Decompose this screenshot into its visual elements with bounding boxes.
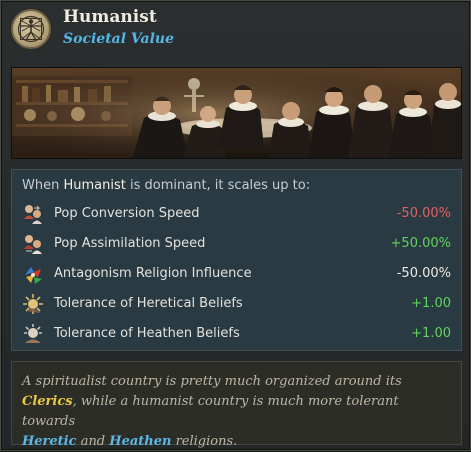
intro-suffix: is dominant, it scales up to:: [130, 178, 311, 193]
effect-label: Tolerance of Heathen Beliefs: [54, 326, 240, 341]
description-line-1: A spiritualist country is pretty much or…: [22, 372, 451, 392]
intro-prefix: When: [22, 178, 60, 193]
description-line-2: Clerics, while a humanist country is muc…: [22, 392, 451, 432]
heretic-tolerance-icon: [22, 293, 44, 315]
effect-value: +50.00%: [390, 236, 451, 251]
tooltip-subtitle: Societal Value: [63, 31, 174, 47]
effect-row-heretic-tolerance: Tolerance of Heretical Beliefs +1.00: [20, 292, 453, 316]
desc-text: A spiritualist country is pretty much or…: [22, 374, 402, 389]
effect-label: Tolerance of Heretical Beliefs: [54, 296, 243, 311]
effect-label: Pop Assimilation Speed: [54, 236, 206, 251]
effects-intro: When Humanist is dominant, it scales up …: [22, 178, 310, 193]
effect-row-heathen-tolerance: Tolerance of Heathen Beliefs +1.00: [20, 322, 453, 346]
heathen-tolerance-icon: [22, 323, 44, 345]
tooltip-header: Humanist Societal Value: [1, 1, 470, 61]
effects-panel: When Humanist is dominant, it scales up …: [11, 169, 462, 351]
tooltip-title: Humanist: [63, 7, 157, 27]
effect-value: +1.00: [411, 326, 451, 341]
pop-assimilation-icon: [22, 233, 44, 255]
pop-conversion-icon: [22, 203, 44, 225]
description-text: A spiritualist country is pretty much or…: [11, 361, 462, 449]
humanist-tooltip: Humanist Societal Value When Humanist is…: [0, 0, 471, 451]
effect-label: Antagonism Religion Influence: [54, 266, 252, 281]
desc-text: and: [80, 434, 106, 449]
effect-row-pop-assimilation: Pop Assimilation Speed +50.00%: [20, 232, 453, 256]
desc-text: religions.: [175, 434, 238, 449]
keyword-heathen: Heathen: [109, 434, 172, 449]
vitruvian-man-icon: [11, 9, 51, 49]
effect-value: +1.00: [411, 296, 451, 311]
desc-text: , while a humanist country is much more …: [22, 394, 399, 429]
keyword-heretic: Heretic: [22, 434, 77, 449]
effect-value: -50.00%: [396, 266, 451, 281]
effect-row-pop-conversion: Pop Conversion Speed -50.00%: [20, 202, 453, 226]
intro-highlight: Humanist: [63, 178, 126, 193]
effect-label: Pop Conversion Speed: [54, 206, 200, 221]
antagonism-religion-icon: [22, 263, 44, 285]
anatomy-lesson-painting: [11, 67, 462, 159]
keyword-clerics: Clerics: [22, 394, 73, 409]
effect-row-antagonism-religion: Antagonism Religion Influence -50.00%: [20, 262, 453, 286]
effect-value: -50.00%: [396, 206, 451, 221]
description-line-3: Heretic and Heathen religions.: [22, 432, 451, 452]
